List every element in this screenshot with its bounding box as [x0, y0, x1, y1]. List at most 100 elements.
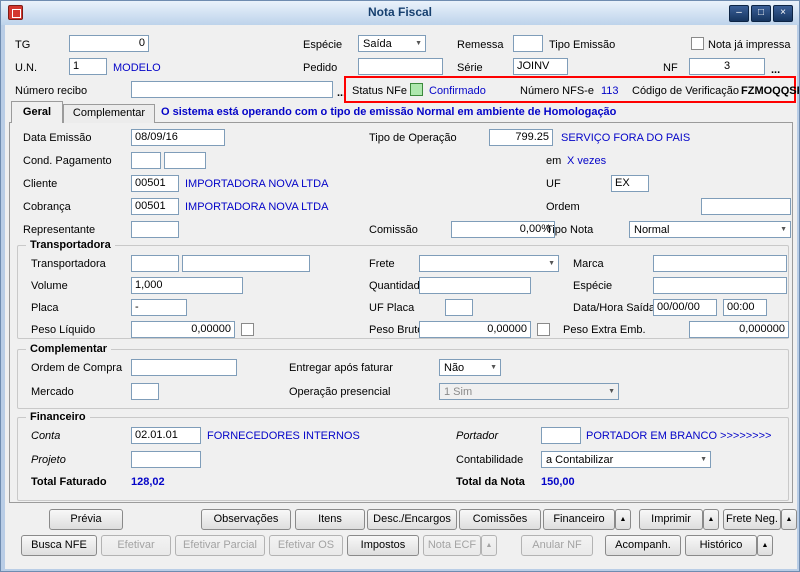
- conta-field[interactable]: 02.01.01: [131, 427, 201, 444]
- frete-neg-menu-arrow-icon[interactable]: ▲: [781, 509, 797, 530]
- cliente-label: Cliente: [23, 177, 57, 191]
- comissao-field[interactable]: 0,00%: [451, 221, 555, 238]
- numero-nfse-value: 113: [601, 84, 619, 98]
- volume-field[interactable]: 1,000: [131, 277, 243, 294]
- cliente-nome: IMPORTADORA NOVA LTDA: [185, 177, 328, 191]
- serie-field[interactable]: JOINV: [513, 58, 568, 75]
- nota-impressa-checkbox[interactable]: [691, 37, 704, 50]
- un-description: MODELO: [113, 61, 161, 75]
- impostos-button[interactable]: Impostos: [347, 535, 419, 556]
- entregar-select[interactable]: Não ▼: [439, 359, 501, 376]
- tg-field[interactable]: 0: [69, 35, 149, 52]
- itens-button[interactable]: Itens: [295, 509, 365, 530]
- cond-pagamento-field-1[interactable]: [131, 152, 161, 169]
- nota-ecf-button: Nota ECF: [423, 535, 481, 556]
- tipo-nota-value: Normal: [634, 223, 669, 237]
- peso-extra-field[interactable]: 0,000000: [689, 321, 789, 338]
- cond-pagamento-field-2[interactable]: [164, 152, 206, 169]
- data-emissao-field[interactable]: 08/09/16: [131, 129, 225, 146]
- remessa-label: Remessa: [457, 38, 503, 52]
- transportadora-nome-field[interactable]: [182, 255, 310, 272]
- nf-field[interactable]: 3: [689, 58, 765, 75]
- peso-bruto-field[interactable]: 0,00000: [419, 321, 531, 338]
- marca-field[interactable]: [653, 255, 787, 272]
- frete-neg-button[interactable]: Frete Neg.: [723, 509, 781, 530]
- tipo-nota-select[interactable]: Normal ▼: [629, 221, 791, 238]
- em-label: em: [546, 154, 561, 168]
- nf-label: NF: [663, 61, 678, 75]
- historico-button[interactable]: Histórico: [685, 535, 757, 556]
- portador-field[interactable]: [541, 427, 581, 444]
- transportadora-cod-field[interactable]: [131, 255, 179, 272]
- placa-field[interactable]: -: [131, 299, 187, 316]
- contabilidade-select[interactable]: a Contabilizar ▼: [541, 451, 711, 468]
- ordem-compra-field[interactable]: [131, 359, 237, 376]
- mercado-label: Mercado: [31, 385, 74, 399]
- contabilidade-label: Contabilidade: [456, 453, 523, 467]
- frete-label: Frete: [369, 257, 395, 271]
- uf-placa-field[interactable]: [445, 299, 473, 316]
- total-faturado-value: 128,02: [131, 475, 165, 489]
- peso-liquido-checkbox[interactable]: [241, 323, 254, 336]
- ordem-field[interactable]: [701, 198, 791, 215]
- peso-extra-label: Peso Extra Emb.: [563, 323, 646, 337]
- status-nfe-label: Status NFe: [352, 84, 407, 98]
- tipo-operacao-field[interactable]: 799.25: [489, 129, 553, 146]
- cobranca-nome: IMPORTADORA NOVA LTDA: [185, 200, 328, 214]
- pedido-field[interactable]: [358, 58, 443, 75]
- hora-saida-field[interactable]: 00:00: [723, 299, 767, 316]
- marca-label: Marca: [573, 257, 604, 271]
- nf-lookup-button[interactable]: ...: [771, 63, 780, 77]
- previa-button[interactable]: Prévia: [49, 509, 123, 530]
- comissoes-button[interactable]: Comissões: [459, 509, 541, 530]
- financeiro-menu-arrow-icon[interactable]: ▲: [615, 509, 631, 530]
- mercado-field[interactable]: [131, 383, 159, 400]
- placa-label: Placa: [31, 301, 59, 315]
- close-button[interactable]: ×: [773, 5, 793, 22]
- quantidade-field[interactable]: [419, 277, 531, 294]
- total-nota-label: Total da Nota: [456, 475, 525, 489]
- especie-transp-field[interactable]: [653, 277, 787, 294]
- nota-impressa-label: Nota já impressa: [708, 38, 791, 52]
- peso-liquido-field[interactable]: 0,00000: [131, 321, 235, 338]
- remessa-field[interactable]: [513, 35, 543, 52]
- efetivar-parcial-button: Efetivar Parcial: [175, 535, 265, 556]
- especie-transp-label: Espécie: [573, 279, 612, 293]
- nota-fiscal-window: Nota Fiscal – □ × TG 0 Espécie Saída ▼ R…: [0, 0, 800, 572]
- tipo-operacao-label: Tipo de Operação: [369, 131, 457, 145]
- portador-label: Portador: [456, 429, 498, 443]
- historico-menu-arrow-icon[interactable]: ▲: [757, 535, 773, 556]
- imprimir-button[interactable]: Imprimir: [639, 509, 703, 530]
- conta-description: FORNECEDORES INTERNOS: [207, 429, 360, 443]
- peso-bruto-label: Peso Bruto: [369, 323, 423, 337]
- projeto-field[interactable]: [131, 451, 201, 468]
- observacoes-button[interactable]: Observações: [201, 509, 291, 530]
- peso-bruto-checkbox[interactable]: [537, 323, 550, 336]
- acompanh-button[interactable]: Acompanh.: [605, 535, 681, 556]
- cobranca-field[interactable]: 00501: [131, 198, 179, 215]
- especie-select[interactable]: Saída ▼: [358, 35, 426, 52]
- recibo-field[interactable]: [131, 81, 333, 98]
- chevron-down-icon: ▼: [415, 40, 422, 48]
- frete-select[interactable]: ▼: [419, 255, 559, 272]
- tab-geral[interactable]: Geral: [11, 101, 63, 123]
- codigo-verificacao-label: Código de Verificação: [632, 84, 739, 98]
- cliente-field[interactable]: 00501: [131, 175, 179, 192]
- desc-encargos-button[interactable]: Desc./Encargos: [367, 509, 457, 530]
- tab-complementar[interactable]: Complementar: [63, 104, 155, 123]
- financeiro-button[interactable]: Financeiro: [543, 509, 615, 530]
- efetivar-os-button: Efetivar OS: [269, 535, 343, 556]
- cond-pagamento-label: Cond. Pagamento: [23, 154, 112, 168]
- data-saida-field[interactable]: 00/00/00: [653, 299, 717, 316]
- imprimir-menu-arrow-icon[interactable]: ▲: [703, 509, 719, 530]
- minimize-button[interactable]: –: [729, 5, 749, 22]
- busca-nfe-button[interactable]: Busca NFE: [21, 535, 97, 556]
- restore-button[interactable]: □: [751, 5, 771, 22]
- operacao-presencial-label: Operação presencial: [289, 385, 391, 399]
- titlebar[interactable]: Nota Fiscal – □ ×: [1, 1, 799, 25]
- representante-field[interactable]: [131, 221, 179, 238]
- contabilidade-value: a Contabilizar: [546, 453, 613, 467]
- uf-field[interactable]: EX: [611, 175, 649, 192]
- un-field[interactable]: 1: [69, 58, 107, 75]
- operacao-presencial-select: 1 Sim ▼: [439, 383, 619, 400]
